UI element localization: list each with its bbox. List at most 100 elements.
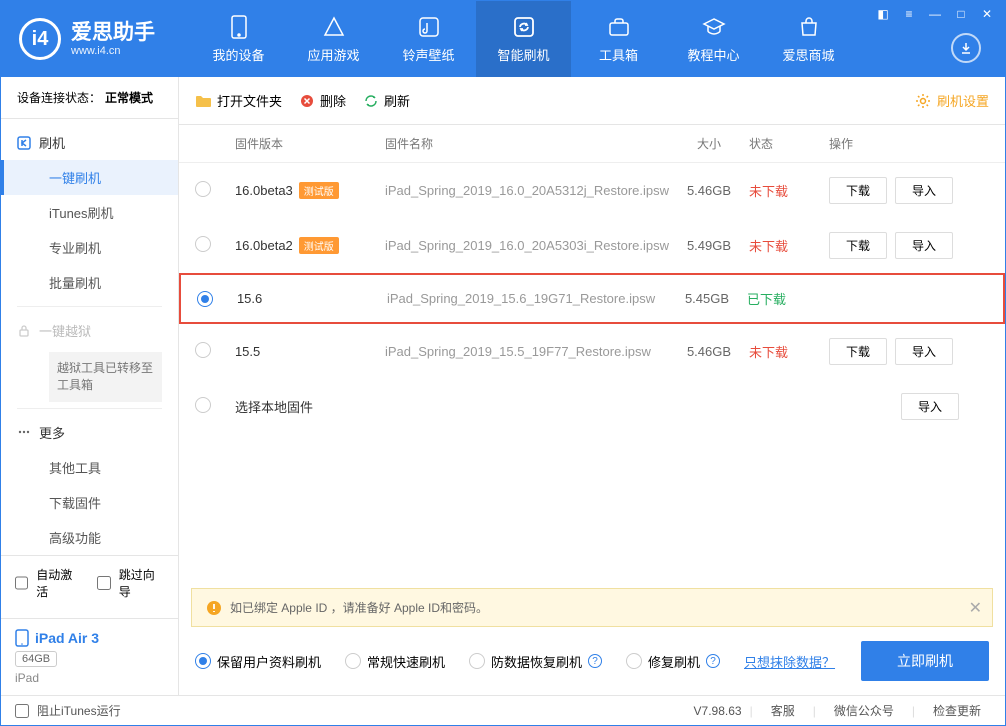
- version-label: 16.0beta3: [235, 183, 293, 198]
- opt-normal[interactable]: 常规快速刷机: [345, 652, 445, 671]
- erase-link[interactable]: 只想抹除数据？: [744, 652, 835, 671]
- firmware-status: 已下载: [747, 289, 827, 308]
- alert-close-button[interactable]: ✕: [969, 598, 982, 618]
- device-name[interactable]: iPad Air 3: [15, 629, 164, 647]
- sidebar-item-advanced[interactable]: 高级功能: [1, 520, 178, 555]
- download-manager-button[interactable]: [951, 33, 981, 63]
- help-icon[interactable]: ?: [588, 654, 602, 668]
- refresh-button[interactable]: 刷新: [364, 91, 410, 110]
- refresh-icon: [512, 15, 536, 39]
- skin-button[interactable]: ◧: [871, 5, 895, 23]
- open-folder-button[interactable]: 打开文件夹: [195, 91, 282, 110]
- sidebar-group-jailbreak: 一键越狱: [1, 313, 178, 348]
- sidebar-group-more[interactable]: 更多: [1, 415, 178, 450]
- version-label: 16.0beta2: [235, 238, 293, 253]
- close-button[interactable]: ✕: [975, 5, 999, 23]
- skip-guide-checkbox[interactable]: [97, 576, 110, 590]
- app-name: 爱思助手: [71, 21, 155, 44]
- more-icon: [17, 425, 31, 439]
- app-header: i4 爱思助手 www.i4.cn 我的设备 应用游戏 铃声壁纸 智能刷机 工具…: [1, 1, 1005, 77]
- version-label: 15.6: [237, 291, 262, 306]
- app-domain: www.i4.cn: [71, 45, 155, 57]
- flash-settings-button[interactable]: 刷机设置: [915, 91, 989, 110]
- firmware-status: 未下载: [749, 236, 829, 255]
- sidebar: 设备连接状态：正常模式 刷机 一键刷机 iTunes刷机 专业刷机 批量刷机 一…: [1, 77, 179, 695]
- help-icon[interactable]: ?: [706, 654, 720, 668]
- delete-button[interactable]: 删除: [300, 91, 346, 110]
- download-button[interactable]: 下载: [829, 232, 887, 259]
- firmware-row[interactable]: 16.0beta2 测试版 iPad_Spring_2019_16.0_20A53…: [179, 218, 1005, 273]
- sidebar-item-itunes[interactable]: iTunes刷机: [1, 195, 178, 230]
- firmware-row[interactable]: 15.5 iPad_Spring_2019_15.5_19F77_Restore…: [179, 324, 1005, 379]
- import-button[interactable]: 导入: [895, 338, 953, 365]
- update-link[interactable]: 检查更新: [923, 702, 991, 719]
- refresh-icon: [364, 94, 378, 108]
- opt-repair[interactable]: 修复刷机?: [626, 652, 720, 671]
- firmware-row[interactable]: 15.6 iPad_Spring_2019_15.6_19G71_Restore…: [179, 273, 1005, 324]
- nav-my-device[interactable]: 我的设备: [191, 1, 286, 77]
- delete-icon: [300, 94, 314, 108]
- table-header: 固件版本 固件名称 大小 状态 操作: [179, 125, 1005, 163]
- radio[interactable]: [195, 397, 211, 413]
- flash-now-button[interactable]: 立即刷机: [861, 641, 989, 681]
- version-label: V7.98.63: [694, 704, 742, 718]
- phone-icon: [227, 15, 251, 39]
- firmware-name: iPad_Spring_2019_16.0_20A5303i_Restore.i…: [385, 238, 669, 253]
- alert-bar: 如已绑定 Apple ID ，请准备好 Apple ID和密码。 ✕: [191, 588, 993, 627]
- bag-icon: [797, 15, 821, 39]
- firmware-size: 5.46GB: [669, 344, 749, 359]
- local-firmware-row[interactable]: 选择本地固件 导入: [179, 379, 1005, 434]
- firmware-status: 未下载: [749, 181, 829, 200]
- firmware-name: iPad_Spring_2019_16.0_20A5312j_Restore.i…: [385, 183, 669, 198]
- sidebar-group-flash[interactable]: 刷机: [1, 125, 178, 160]
- nav-flash[interactable]: 智能刷机: [476, 1, 571, 77]
- firmware-name: iPad_Spring_2019_15.5_19F77_Restore.ipsw: [385, 344, 669, 359]
- import-button[interactable]: 导入: [895, 177, 953, 204]
- auto-activate-checkbox[interactable]: [15, 576, 28, 590]
- opt-anti-recovery[interactable]: 防数据恢复刷机?: [469, 652, 602, 671]
- footer: 阻止iTunes运行 V7.98.63 | 客服 | 微信公众号 | 检查更新: [1, 695, 1005, 725]
- firmware-size: 5.46GB: [669, 183, 749, 198]
- tablet-icon: [15, 629, 29, 647]
- wechat-link[interactable]: 微信公众号: [824, 702, 904, 719]
- minimize-button[interactable]: ―: [923, 5, 947, 23]
- apps-icon: [322, 15, 346, 39]
- firmware-status: 未下载: [749, 342, 829, 361]
- radio[interactable]: [195, 181, 211, 197]
- import-button[interactable]: 导入: [895, 232, 953, 259]
- divider: [17, 408, 162, 409]
- import-button[interactable]: 导入: [901, 393, 959, 420]
- opt-keep-data[interactable]: 保留用户资料刷机: [195, 652, 321, 671]
- firmware-size: 5.45GB: [667, 291, 747, 306]
- nav-apps[interactable]: 应用游戏: [286, 1, 381, 77]
- connection-status: 设备连接状态：正常模式: [1, 77, 178, 119]
- maximize-button[interactable]: □: [949, 5, 973, 23]
- radio[interactable]: [195, 342, 211, 358]
- device-panel: iPad Air 3 64GB iPad: [1, 618, 178, 695]
- firmware-row[interactable]: 16.0beta3测试版 iPad_Spring_2019_16.0_20A53…: [179, 163, 1005, 218]
- nav-tutorials[interactable]: 教程中心: [666, 1, 761, 77]
- radio[interactable]: [195, 236, 211, 252]
- main-content: 打开文件夹 删除 刷新 刷机设置 固件版本 固件名称 大小 状态 操作: [179, 77, 1005, 695]
- menu-button[interactable]: ≡: [897, 5, 921, 23]
- nav-toolbox[interactable]: 工具箱: [571, 1, 666, 77]
- nav-store[interactable]: 爱思商城: [761, 1, 856, 77]
- sidebar-bottom: 自动激活 跳过向导: [1, 555, 178, 618]
- sidebar-item-pro[interactable]: 专业刷机: [1, 230, 178, 265]
- graduation-icon: [702, 15, 726, 39]
- sidebar-item-batch[interactable]: 批量刷机: [1, 265, 178, 300]
- download-button[interactable]: 下载: [829, 338, 887, 365]
- block-itunes-checkbox[interactable]: [15, 704, 29, 718]
- sidebar-item-download-fw[interactable]: 下载固件: [1, 485, 178, 520]
- nav-ringtones[interactable]: 铃声壁纸: [381, 1, 476, 77]
- sidebar-item-oneclick[interactable]: 一键刷机: [1, 160, 178, 195]
- music-icon: [417, 15, 441, 39]
- sidebar-item-other[interactable]: 其他工具: [1, 450, 178, 485]
- radio[interactable]: [197, 291, 213, 307]
- download-button[interactable]: 下载: [829, 177, 887, 204]
- logo-icon: i4: [19, 18, 61, 60]
- toolbar: 打开文件夹 删除 刷新 刷机设置: [179, 77, 1005, 125]
- service-link[interactable]: 客服: [761, 702, 805, 719]
- firmware-size: 5.49GB: [669, 238, 749, 253]
- beta-badge: 测试版: [299, 237, 339, 254]
